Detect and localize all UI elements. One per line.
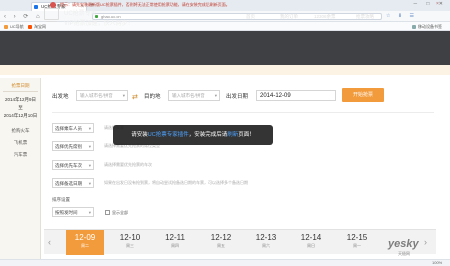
chevron-down-icon: ▾ [122, 93, 125, 98]
zoom-level[interactable]: 100% [432, 260, 442, 266]
folder-icon [412, 24, 416, 29]
backup-date-select[interactable]: 选择备选日期 ▾ [52, 178, 94, 188]
site-header [0, 31, 450, 65]
bookmark-taobao[interactable]: 淘宝网 [28, 23, 46, 30]
watermark-logo: yesky [388, 238, 419, 250]
sidebar-date-start: 2014年12月9日 [4, 97, 37, 102]
date-input[interactable]: 2014-12-09 [256, 90, 336, 101]
site-subtitle: VIP抢票加速，快人两步！ [64, 21, 134, 27]
tab-favicon-icon [34, 5, 38, 9]
next-arrow-icon[interactable]: › [424, 237, 427, 247]
date-cell[interactable]: 12-11 周四 [156, 230, 194, 255]
passenger-select[interactable]: 选择乘车人员 ▾ [52, 123, 94, 133]
backup-date-desc: 如果在出发日没有抢到票，将自动尝试抢备选日期的车票，可以选择多个备选日期 [104, 180, 248, 185]
nav-buttons-icon[interactable]: ‹ › ⟳ ⌂ [4, 13, 43, 20]
status-bar: 100% [0, 259, 450, 266]
to-select[interactable]: 输入城市名/拼音 ▾ [168, 90, 220, 101]
bookmark-uc-nav[interactable]: UC导航 [4, 23, 24, 30]
train-desc: 请选择需要优先抢票的车次 [104, 162, 152, 167]
warning-text: 提示：请先安装最新版UC抢票插件，否则将无法正常使用抢票功能，请在安装完成后刷新… [60, 2, 230, 7]
swap-icon[interactable]: ⇄ [132, 93, 138, 101]
bookmark-icon [28, 24, 32, 29]
divider [52, 112, 434, 113]
warning-icon [50, 2, 56, 8]
date-label: 出发日期 [226, 94, 249, 100]
monitor-logo-icon[interactable] [44, 8, 59, 20]
sidebar-item-train[interactable]: 抢购火车 [0, 128, 41, 134]
sidebar-item-flight[interactable]: 飞机票 [0, 140, 41, 146]
chevron-down-icon: ▾ [88, 126, 91, 131]
chevron-down-icon: ▾ [88, 163, 91, 168]
watermark-subtitle: 天极网 [398, 251, 410, 256]
warning-strip [0, 65, 450, 75]
train-select[interactable]: 选择优先车次 ▾ [52, 160, 94, 170]
plugin-link[interactable]: UC抢票专家插件 [148, 132, 189, 138]
window-controls[interactable]: ─ □ ✕ [413, 1, 447, 7]
date-cell[interactable]: 12-14 周日 [292, 230, 330, 255]
address-bar[interactable]: ghao.uc.cn [92, 13, 382, 20]
from-select[interactable]: 输入城市名/拼音 ▾ [76, 90, 128, 101]
menu-12306[interactable]: 12306余票 [314, 14, 336, 20]
date-cell[interactable]: 12-15 周一 [338, 230, 376, 255]
seat-select[interactable]: 选择优先席别 ▾ [52, 141, 94, 151]
chevron-down-icon: ▾ [88, 144, 91, 149]
date-cell[interactable]: 12-10 周三 [111, 230, 149, 255]
date-cell[interactable]: 12-09 周二 [66, 230, 104, 255]
show-all-checkbox[interactable] [105, 210, 110, 215]
toolbar-icons[interactable]: ☆ ⬇ ☰ [386, 13, 417, 19]
sidebar-date-to: 至 [18, 105, 23, 110]
refresh-link[interactable]: 刷新 [227, 132, 238, 138]
chevron-down-icon: ▾ [88, 181, 91, 186]
divider [3, 91, 38, 92]
monitor-logo-stand [46, 21, 57, 22]
menu-guide[interactable]: 抢票攻略 [356, 14, 374, 20]
date-cell[interactable]: 12-12 周五 [202, 230, 240, 255]
prev-arrow-icon[interactable]: ‹ [48, 237, 51, 247]
bookmark-icon [4, 24, 8, 29]
date-cell[interactable]: 12-13 周六 [247, 230, 285, 255]
menu-orders[interactable]: 我的订单 [280, 14, 298, 20]
date-strip: ‹ 12-09 周二 12-10 周三 12-11 周四 12-12 周五 12-13 周… [44, 229, 436, 255]
show-all-label: 显示全部 [112, 210, 128, 215]
sort-select[interactable]: 按照发时间 ▾ [52, 207, 94, 217]
chevron-down-icon: ▾ [88, 210, 91, 215]
site-title: UC抢票专家 [64, 11, 97, 17]
menu-home[interactable]: 首页 [246, 14, 255, 20]
install-plugin-toast: 请安装UC抢票专家插件，安装完成后请刷新页面！ [113, 125, 273, 145]
chevron-down-icon: ▾ [214, 93, 217, 98]
sort-label: 排序设置 [52, 197, 70, 202]
from-label: 出发地 [52, 94, 69, 100]
sidebar-date-end: 2014年12月10日 [3, 113, 38, 118]
to-label: 目的地 [144, 94, 161, 100]
sidebar-item-bus[interactable]: 汽车票 [0, 152, 41, 158]
close-icon[interactable]: × [436, 1, 439, 7]
sidebar: 抢票日期 2014年12月9日 至 2014年12月10日 抢购火车 飞机票 汽… [0, 78, 41, 260]
bookmark-mobile[interactable]: 移动设备书签 [412, 23, 442, 30]
sidebar-title: 抢票日期 [11, 83, 30, 88]
start-button[interactable]: 开始抢票 [342, 88, 384, 102]
